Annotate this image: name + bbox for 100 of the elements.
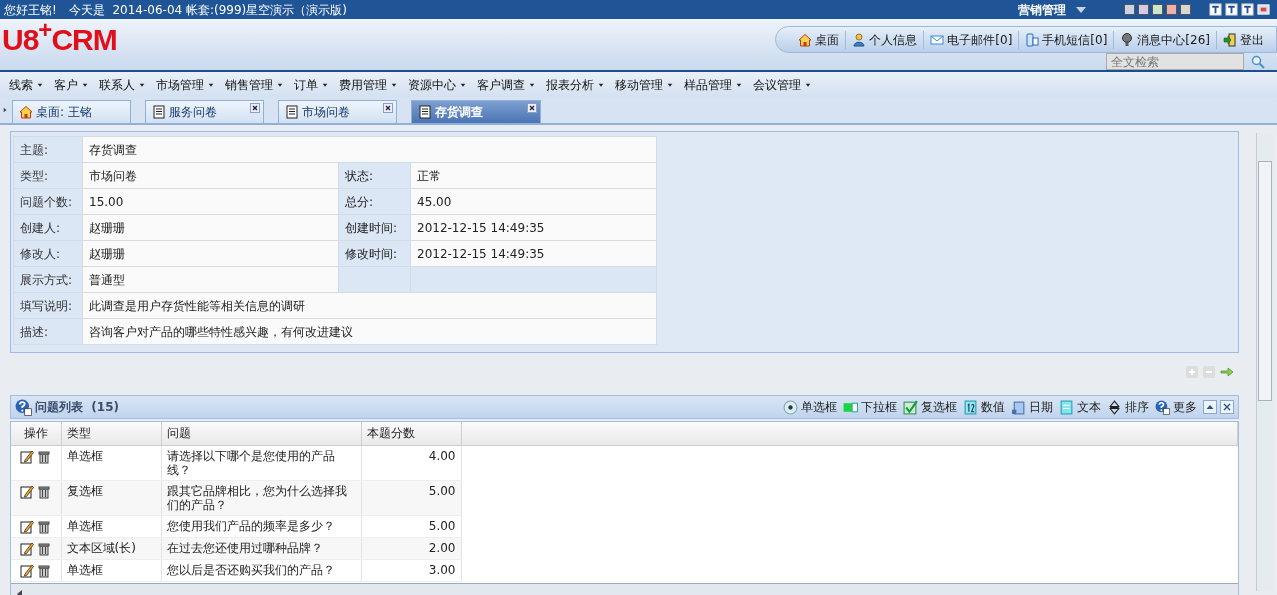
font-size-icon[interactable]: [1225, 3, 1238, 16]
menu-item[interactable]: 报表分析: [541, 75, 610, 94]
field-label: 修改时间:: [338, 240, 411, 267]
trash-icon[interactable]: [37, 541, 52, 556]
skin-swatch-icon[interactable]: [1138, 4, 1149, 15]
date-account-text: 今天是 2014-06-04 帐套:(999)星空演示（演示版): [68, 1, 347, 19]
toolbar-button[interactable]: 下拉框: [840, 398, 900, 416]
field-value: 普通型: [82, 266, 339, 293]
document-icon: [152, 105, 166, 119]
checkbox-icon: [903, 399, 918, 415]
menu-item[interactable]: 订单: [289, 75, 334, 94]
trash-icon[interactable]: [37, 519, 52, 534]
tab[interactable]: 市场问卷: [278, 100, 397, 124]
toolbar-button[interactable]: 日期: [1008, 398, 1056, 416]
edit-icon[interactable]: [20, 484, 35, 499]
field-label: 创建时间:: [338, 214, 411, 241]
field-value: 45.00: [410, 188, 657, 215]
field-label: 描述:: [13, 318, 83, 345]
envelope-icon: [930, 32, 945, 47]
panel-title: 问题列表 (15): [35, 399, 120, 416]
font-size-icon[interactable]: [1241, 3, 1254, 16]
number-icon: [963, 399, 978, 415]
tab[interactable]: 服务问卷: [145, 100, 264, 124]
skin-swatch-icon[interactable]: [1180, 4, 1191, 15]
field-label: 类型:: [13, 162, 83, 189]
quick-link[interactable]: 电子邮件[0]: [924, 30, 1020, 49]
trash-icon[interactable]: [37, 449, 52, 464]
menu-item[interactable]: 移动管理: [610, 75, 679, 94]
table-cell: 单选框: [61, 559, 161, 581]
table-cell: 复选框: [61, 480, 161, 515]
toolbar-button[interactable]: 复选框: [900, 398, 960, 416]
menu-item[interactable]: 资源中心: [403, 75, 472, 94]
menu-item[interactable]: 样品管理: [679, 75, 748, 94]
horizontal-scrollbar[interactable]: [11, 583, 1238, 595]
field-value: 存货调查: [82, 136, 657, 163]
toolbar-button[interactable]: 数值: [960, 398, 1008, 416]
quick-link[interactable]: 登出: [1217, 30, 1270, 49]
table-cell: 您使用我们产品的频率是多少？: [161, 515, 361, 537]
edit-icon[interactable]: [20, 449, 35, 464]
greeting-text: 您好王铭!: [4, 1, 57, 19]
close-icon[interactable]: [250, 103, 260, 113]
menu-item[interactable]: 销售管理: [220, 75, 289, 94]
menu-item[interactable]: 市场管理: [151, 75, 220, 94]
search-field[interactable]: 全文检索: [1106, 53, 1244, 70]
field-label: 展示方式:: [13, 266, 83, 293]
menu-item[interactable]: 线索: [4, 75, 49, 94]
quick-link[interactable]: 手机短信[0]: [1019, 30, 1115, 49]
skin-swatch-icon[interactable]: [1152, 4, 1163, 15]
trash-icon[interactable]: [37, 484, 52, 499]
field-label: 主题:: [13, 136, 83, 163]
skin-swatch-icon[interactable]: [1166, 4, 1177, 15]
field-value: 此调查是用户存货性能等相关信息的调研: [82, 292, 657, 319]
collapse-icon[interactable]: [1203, 400, 1217, 414]
field-value: 2012-12-15 14:49:35: [410, 214, 657, 241]
column-header: 本题分数: [361, 422, 461, 445]
edit-icon[interactable]: [20, 519, 35, 534]
table-cell: 4.00: [361, 445, 461, 480]
field-value: 正常: [410, 162, 657, 189]
toolbar-button[interactable]: 排序: [1104, 398, 1152, 416]
menu-item[interactable]: 客户调查: [472, 75, 541, 94]
skin-swatch-icon[interactable]: [1124, 4, 1135, 15]
table-cell: 单选框: [61, 445, 161, 480]
close-icon[interactable]: [383, 103, 393, 113]
sort-icon: [1107, 399, 1122, 415]
table-cell: 在过去您还使用过哪种品牌？: [161, 537, 361, 559]
close-icon[interactable]: [527, 103, 537, 113]
trash-icon[interactable]: [37, 563, 52, 578]
menu-item[interactable]: 会议管理: [748, 75, 817, 94]
field-value: 2012-12-15 14:49:35: [410, 240, 657, 267]
search-icon[interactable]: [1251, 54, 1265, 69]
field-value: 市场问卷: [82, 162, 339, 189]
person-icon: [852, 32, 867, 47]
field-label: 总分:: [338, 188, 411, 215]
field-value: 赵珊珊: [82, 214, 339, 241]
field-value: 咨询客户对产品的哪些特性感兴趣，有何改进建议: [82, 318, 657, 345]
toolbar-button[interactable]: 更多: [1152, 398, 1200, 416]
table-cell: 5.00: [361, 480, 461, 515]
menu-item[interactable]: 联系人: [94, 75, 151, 94]
close-icon[interactable]: [1220, 400, 1234, 414]
module-dropdown[interactable]: 营销管理: [1018, 0, 1088, 19]
field-label: 修改人:: [13, 240, 83, 267]
menu-item[interactable]: 客户: [49, 75, 94, 94]
column-header: 操作: [11, 422, 61, 445]
table-cell: 2.00: [361, 537, 461, 559]
tab[interactable]: 存货调查: [411, 100, 541, 124]
calendar-icon: [1011, 399, 1026, 415]
toolbar-button[interactable]: 文本: [1056, 398, 1104, 416]
help-icon: [1155, 399, 1170, 415]
quick-link[interactable]: 个人信息: [846, 30, 925, 49]
tab[interactable]: 桌面: 王铭: [12, 100, 131, 124]
logout-icon: [1223, 32, 1237, 47]
column-header: 类型: [61, 422, 161, 445]
edit-icon[interactable]: [20, 541, 35, 556]
field-value: 15.00: [82, 188, 339, 215]
toolbar-button[interactable]: 单选框: [780, 398, 840, 416]
edit-icon[interactable]: [20, 563, 35, 578]
quick-link[interactable]: 消息中心[26]: [1114, 30, 1217, 49]
menu-item[interactable]: 费用管理: [334, 75, 403, 94]
font-size-icon[interactable]: [1209, 3, 1222, 16]
quick-link[interactable]: 桌面: [792, 30, 847, 49]
